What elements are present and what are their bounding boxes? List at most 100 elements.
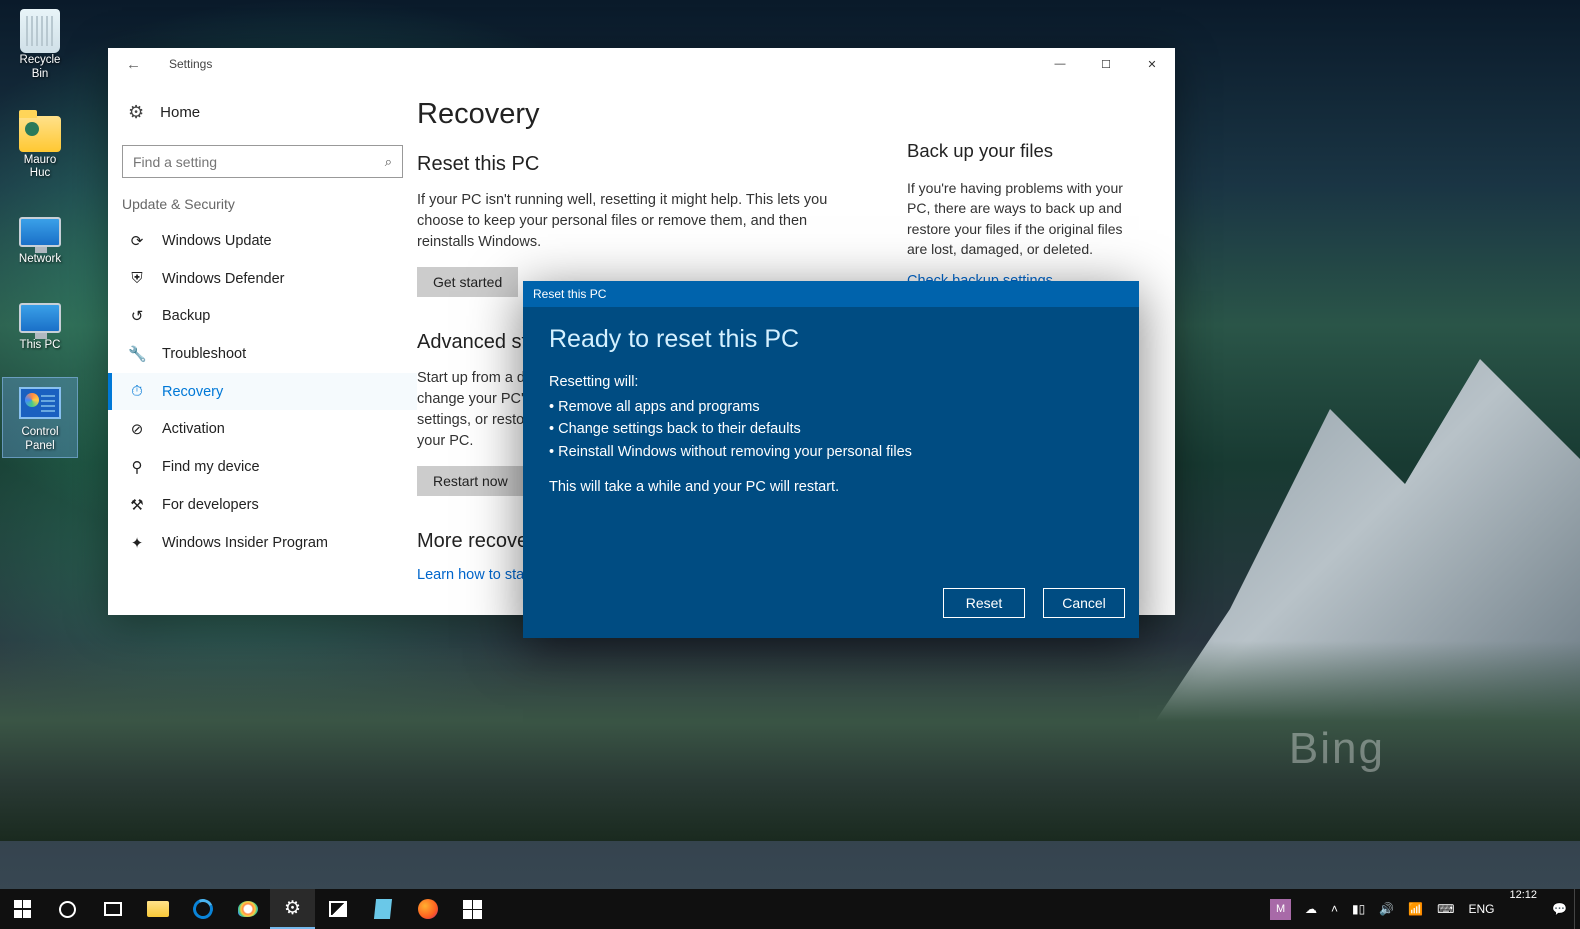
taskbar-edge[interactable] <box>180 889 225 929</box>
close-button[interactable]: ✕ <box>1129 48 1175 80</box>
location-icon: ⚲ <box>128 458 146 476</box>
tray-battery[interactable]: ▮▯ <box>1345 889 1372 929</box>
insider-icon: ✦ <box>128 534 146 552</box>
desktop-icon-label: RecycleBin <box>20 54 61 82</box>
reset-section-heading: Reset this PC <box>417 153 847 176</box>
tray-volume[interactable]: 🔊 <box>1372 889 1401 929</box>
taskbar-settings[interactable]: ⚙ <box>270 889 315 929</box>
nav-troubleshoot[interactable]: 🔧Troubleshoot <box>108 335 417 373</box>
tray-touchkeyboard[interactable]: ⌨ <box>1430 889 1461 929</box>
nav-windows-defender[interactable]: ⛨Windows Defender <box>108 260 417 297</box>
taskbar-photos[interactable] <box>315 889 360 929</box>
desktop-icon-control-panel[interactable]: ControlPanel <box>2 377 78 459</box>
chevron-up-icon: ˄ <box>1331 902 1338 916</box>
reset-section-body: If your PC isn't running well, resetting… <box>417 190 847 253</box>
taskbar: ⚙ M ☁ ˄ ▮▯ 🔊 📶 ⌨ ENG 12:12 💬 <box>0 889 1580 929</box>
sidebar-home[interactable]: ⚙ Home <box>108 92 417 133</box>
tray-onedrive[interactable]: ☁ <box>1298 889 1324 929</box>
check-icon: ⊘ <box>128 420 146 438</box>
desktop-icon-this-pc[interactable]: This PC <box>2 291 78 357</box>
tray-network[interactable]: 📶 <box>1401 889 1430 929</box>
user-avatar-icon: M <box>1270 899 1291 920</box>
circle-icon <box>59 901 76 918</box>
window-controls: — ☐ ✕ <box>1037 48 1175 80</box>
cortana-button[interactable] <box>45 889 90 929</box>
nav-find-my-device[interactable]: ⚲ Find my device <box>108 448 417 486</box>
clock-time: 12:12 <box>1510 889 1538 902</box>
security-icon <box>463 900 482 919</box>
battery-icon: ▮▯ <box>1352 902 1365 916</box>
nav-label: Windows Insider Program <box>162 535 328 551</box>
restart-now-button[interactable]: Restart now <box>417 466 524 496</box>
window-titlebar[interactable]: ← Settings — ☐ ✕ <box>108 48 1175 80</box>
minimize-button[interactable]: — <box>1037 48 1083 80</box>
notepad-icon <box>373 899 391 919</box>
dialog-subheading: Resetting will: <box>549 374 1113 390</box>
sync-icon: ⟳ <box>128 232 146 250</box>
nav-activation[interactable]: ⊘ Activation <box>108 410 417 448</box>
cancel-button[interactable]: Cancel <box>1043 588 1125 618</box>
recycle-bin-icon <box>19 10 61 52</box>
bing-watermark: Bing <box>1289 724 1385 774</box>
desktop-icon-recycle-bin[interactable]: RecycleBin <box>2 6 78 86</box>
nav-insider-program[interactable]: ✦ Windows Insider Program <box>108 524 417 562</box>
page-title: Recovery <box>417 98 847 131</box>
nav-label: Activation <box>162 421 225 437</box>
notification-icon: 💬 <box>1552 902 1567 916</box>
reset-button[interactable]: Reset <box>943 588 1025 618</box>
network-icon <box>19 209 61 251</box>
nav-label: Find my device <box>162 459 260 475</box>
nav-backup[interactable]: ↺Backup <box>108 297 417 335</box>
tray-action-center[interactable]: 💬 <box>1545 889 1574 929</box>
taskbar-firefox[interactable] <box>405 889 450 929</box>
dialog-bullet: Change settings back to their defaults <box>549 418 1113 440</box>
this-pc-icon <box>19 295 61 337</box>
dialog-titlebar[interactable]: Reset this PC <box>523 281 1139 307</box>
nav-windows-update[interactable]: ⟳ Windows Update <box>108 222 417 260</box>
search-box[interactable]: ⌕ <box>122 145 403 178</box>
desktop-icon-network[interactable]: Network <box>2 205 78 271</box>
taskbar-notepad[interactable] <box>360 889 405 929</box>
desktop-icon-label: ControlPanel <box>21 426 58 454</box>
shield-icon: ⛨ <box>128 270 146 287</box>
nav-label: Windows Update <box>162 233 272 249</box>
tray-overflow[interactable]: ˄ <box>1324 889 1345 929</box>
nav-label: Backup <box>162 308 210 324</box>
dialog-bullet: Remove all apps and programs <box>549 396 1113 418</box>
back-button[interactable]: ← <box>126 56 141 73</box>
settings-sidebar: ⚙ Home ⌕ Update & Security ⟳ Windows Upda… <box>108 80 417 615</box>
get-started-button[interactable]: Get started <box>417 267 518 297</box>
nav-label: For developers <box>162 497 259 513</box>
tray-clock[interactable]: 12:12 <box>1502 889 1546 929</box>
backup-panel-heading: Back up your files <box>907 140 1137 162</box>
desktop-icons-column: RecycleBin MauroHuc Network This PC Cont… <box>2 6 78 458</box>
gear-icon: ⚙ <box>284 897 301 920</box>
show-desktop-button[interactable] <box>1574 889 1580 929</box>
volume-icon: 🔊 <box>1379 902 1394 916</box>
tray-language[interactable]: ENG <box>1462 889 1502 929</box>
backup-panel-body: If you're having problems with your PC, … <box>907 178 1137 259</box>
nav-for-developers[interactable]: ⚒ For developers <box>108 486 417 524</box>
palette-icon <box>238 901 258 917</box>
cloud-icon: ☁ <box>1305 902 1317 916</box>
task-view-button[interactable] <box>90 889 135 929</box>
search-input[interactable] <box>133 154 385 170</box>
taskbar-paint[interactable] <box>225 889 270 929</box>
tray-user[interactable]: M <box>1263 889 1298 929</box>
start-button[interactable] <box>0 889 45 929</box>
taskbar-security[interactable] <box>450 889 495 929</box>
photos-icon <box>329 901 347 917</box>
developer-icon: ⚒ <box>128 496 146 514</box>
nav-recovery[interactable]: ⏱Recovery <box>108 373 417 410</box>
desktop-icon-user-folder[interactable]: MauroHuc <box>2 106 78 186</box>
folder-icon <box>19 110 61 152</box>
dialog-note: This will take a while and your PC will … <box>549 479 1113 495</box>
search-icon: ⌕ <box>385 154 392 170</box>
sidebar-category-header: Update & Security <box>108 196 417 222</box>
taskbar-file-explorer[interactable] <box>135 889 180 929</box>
gear-icon: ⚙ <box>128 102 144 123</box>
firefox-icon <box>418 899 438 919</box>
folder-icon <box>147 901 169 917</box>
maximize-button[interactable]: ☐ <box>1083 48 1129 80</box>
dialog-bullet-list: Remove all apps and programs Change sett… <box>549 396 1113 463</box>
